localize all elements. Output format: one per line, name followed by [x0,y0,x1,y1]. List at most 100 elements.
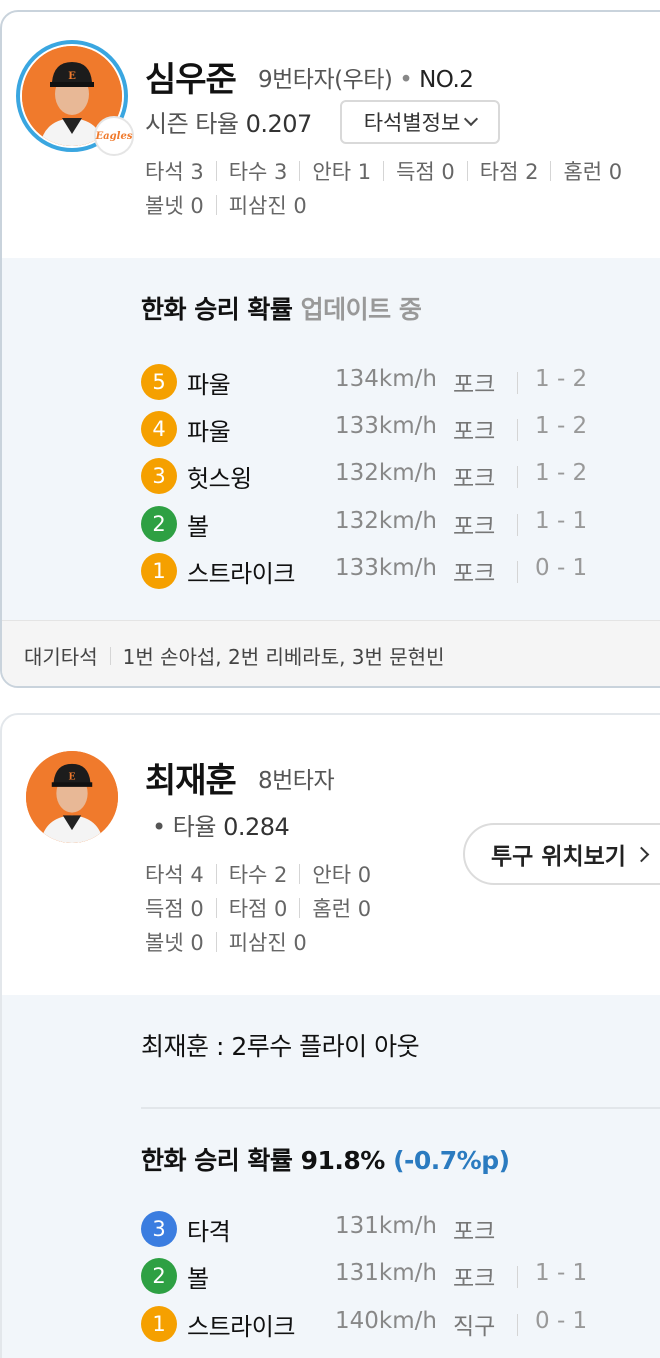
divider [215,932,217,952]
pitch-location-button[interactable]: 투구 위치보기 [463,823,660,885]
ball-count: 1 - 1 [535,508,588,534]
player-name[interactable]: 심우준 [145,52,237,101]
ball-count: 1 - 2 [535,366,588,392]
divider [517,561,518,583]
uniform-number: NO.2 [419,67,474,93]
divider [517,372,518,394]
pitch-speed: 131km/h [335,1213,437,1239]
pitch-row: 1 스트라이크 133km/h 포크 0 - 1 [141,551,660,589]
divider [215,864,217,884]
divider [141,1107,660,1109]
divider [517,419,518,441]
pitch-speed: 133km/h [335,555,437,581]
divider [299,898,301,918]
pitch-type: 포크 [453,514,496,540]
pitch-result: 타격 [187,1218,231,1246]
ball-count: 1 - 2 [535,460,588,486]
divider [517,1314,518,1336]
pitch-type: 포크 [453,372,496,398]
batting-average: • 타율 0.284 [152,813,290,841]
pitch-result: 파울 [187,371,231,399]
at-bat-result: 최재훈 : 2루수 플라이 아웃 [141,1032,420,1061]
pitch-type: 포크 [453,419,496,445]
at-bat-info-dropdown[interactable]: 타석별정보 [340,100,500,144]
chevron-down-icon [464,111,479,127]
divider [109,646,111,665]
waiting-batters: 대기타석 1번 손아섭, 2번 리베라토, 3번 문현빈 [2,620,660,686]
season-average: 시즌 타율 0.207 [145,110,312,138]
pitch-number-badge: 1 [141,1306,177,1342]
divider [215,898,217,918]
pitch-number-badge: 3 [141,458,177,494]
divider [466,161,468,181]
pitch-speed: 131km/h [335,1260,437,1286]
svg-text:E: E [68,772,75,783]
pitch-row: 2 볼 131km/h 포크 1 - 1 [141,1256,660,1294]
ball-count: 0 - 1 [535,555,588,581]
pitch-number-badge: 4 [141,411,177,447]
ball-count: 1 - 1 [535,1260,588,1286]
pitch-row: 3 헛스윙 132km/h 포크 1 - 2 [141,456,660,494]
pitch-result: 파울 [187,418,231,446]
pitch-speed: 132km/h [335,460,437,486]
divider [299,864,301,884]
divider [383,161,385,181]
pitch-row: 2 볼 132km/h 포크 1 - 1 [141,504,660,542]
team-logo-badge: Eagles [94,116,134,156]
pitch-result: 볼 [187,1265,209,1293]
player-name[interactable]: 최재훈 [145,753,237,802]
batter-card-previous: E 최재훈 8번타자 • 타율 0.284 투구 위치보기 타석 4 타수 2 … [0,713,660,1358]
pitch-number-badge: 2 [141,1258,177,1294]
divider [517,466,518,488]
waiting-label: 대기타석 [24,645,98,669]
divider [299,161,301,181]
divider [517,1266,518,1288]
svg-text:E: E [68,71,76,82]
player-photo-icon: E [26,751,118,843]
divider [215,161,217,181]
player-info: 9번타자(우타) • NO.2 [258,67,474,93]
pitch-speed: 133km/h [335,413,437,439]
chevron-right-icon [633,846,650,862]
divider [215,195,217,215]
win-probability-status: 업데이트 중 [300,295,422,324]
stat-line-3: 볼넷 0 피삼진 0 [145,931,307,955]
pitch-type: 포크 [453,1219,496,1245]
win-probability: 한화 승리 확률 91.8% (-0.7%p) [141,1146,510,1175]
batting-order: 8번타자 [258,768,335,794]
batting-order: 9번타자(우타) [258,67,393,93]
waiting-list: 1번 손아섭, 2번 리베라토, 3번 문현빈 [122,645,445,669]
pitch-result: 헛스윙 [187,465,252,493]
divider [517,514,518,536]
pitch-row: 5 파울 134km/h 포크 1 - 2 [141,362,660,400]
pitch-type: 포크 [453,466,496,492]
pitch-type: 포크 [453,1266,496,1292]
pitch-speed: 140km/h [335,1308,437,1334]
pitch-type: 직구 [453,1314,496,1340]
pitch-type: 포크 [453,561,496,587]
pitch-panel: 한화 승리 확률 업데이트 중 5 파울 134km/h 포크 1 - 2 4 … [2,258,660,620]
win-probability-delta: (-0.7%p) [393,1146,510,1175]
divider [550,161,552,181]
stat-line-2: 득점 0 타점 0 홈런 0 [145,897,372,921]
batter-card-current: E Eagles 심우준 9번타자(우타) • NO.2 시즌 타율 0.207… [0,10,660,688]
pitch-row: 4 파울 133km/h 포크 1 - 2 [141,409,660,447]
pitch-row: 3 타격 131km/h 포크 [141,1209,660,1247]
stat-line-2: 볼넷 0 피삼진 0 [145,194,307,218]
ball-count: 0 - 1 [535,1308,588,1334]
win-probability: 한화 승리 확률 업데이트 중 [141,295,422,324]
stat-line-1: 타석 4 타수 2 안타 0 [145,863,372,887]
ball-count: 1 - 2 [535,413,588,439]
pitch-number-badge: 1 [141,553,177,589]
pitch-speed: 132km/h [335,508,437,534]
player-avatar[interactable]: E [26,751,118,843]
pitch-result: 스트라이크 [187,1313,295,1341]
stat-line-1: 타석 3 타수 3 안타 1 득점 0 타점 2 홈런 0 [145,160,623,184]
pitch-speed: 134km/h [335,366,437,392]
pitch-number-badge: 2 [141,506,177,542]
pitch-result: 볼 [187,513,209,541]
pitch-number-badge: 5 [141,364,177,400]
pitch-number-badge: 3 [141,1211,177,1247]
pitch-result: 스트라이크 [187,560,295,588]
pitch-row: 1 스트라이크 140km/h 직구 0 - 1 [141,1304,660,1342]
